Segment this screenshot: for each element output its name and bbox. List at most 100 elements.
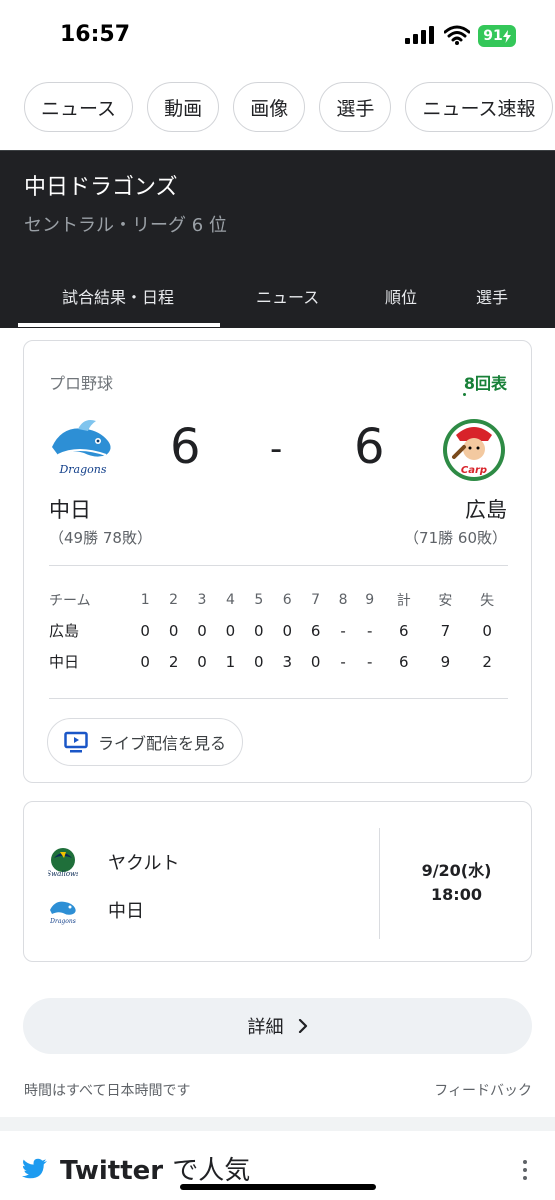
- cell: -: [366, 621, 373, 640]
- swallows-logo-icon: Swallows: [48, 848, 78, 878]
- header-inning-8: 8: [338, 592, 348, 608]
- feedback-link[interactable]: フィードバック: [434, 1080, 532, 1100]
- watch-live-button[interactable]: ライブ配信を見る: [47, 718, 243, 766]
- away-team-record: （71勝 60敗）: [404, 529, 507, 547]
- cell: 6: [398, 652, 409, 671]
- cell: -: [340, 621, 346, 640]
- header-inning-4: 4: [225, 592, 235, 608]
- table-row: 広島 0 0 0 0 0 0 6 - - 6 7 0: [49, 615, 508, 646]
- twitter-suffix: で人気: [172, 1156, 251, 1186]
- svg-text:Dragons: Dragons: [58, 463, 106, 476]
- cell: 1: [225, 652, 236, 671]
- dragons-small-logo-icon: Dragons: [49, 901, 76, 925]
- wifi-icon: [444, 25, 470, 45]
- team-title: 中日ドラゴンズ: [24, 175, 178, 200]
- next-game-time: 18:00: [431, 885, 482, 904]
- header-hits: 安: [438, 593, 453, 609]
- twitter-section-header: Twitter で人気: [22, 1150, 250, 1187]
- chip-breaking-news[interactable]: ニュース速報: [405, 82, 553, 132]
- cell: 9: [440, 652, 451, 671]
- svg-text:Swallows: Swallows: [48, 870, 78, 878]
- cell: -: [340, 652, 346, 671]
- cell: 0: [197, 621, 207, 640]
- header-inning-6: 6: [282, 592, 292, 608]
- header-team: チーム: [49, 593, 91, 609]
- next-team-1-name: ヤクルト: [108, 853, 180, 874]
- table-row: 中日 0 2 0 1 0 3 0 - - 6 9 2: [49, 646, 508, 677]
- live-tv-icon: [64, 731, 88, 753]
- cell: 0: [254, 652, 264, 671]
- away-score: 6: [354, 419, 385, 475]
- cell: 6: [310, 621, 321, 640]
- watch-live-label: ライブ配信を見る: [98, 734, 227, 753]
- divider: [49, 698, 508, 699]
- header-inning-9: 9: [365, 592, 375, 608]
- svg-text:Carp: Carp: [461, 465, 487, 476]
- next-team-1: Swallows ヤクルト: [48, 846, 179, 878]
- cell: 0: [197, 652, 207, 671]
- home-score: 6: [170, 419, 201, 475]
- details-button[interactable]: 詳細: [23, 998, 532, 1054]
- cell: 7: [440, 621, 451, 640]
- cell: 0: [310, 652, 321, 671]
- status-bar: 16:57 91: [0, 0, 555, 72]
- tab-players[interactable]: 選手: [476, 284, 508, 308]
- game-card[interactable]: プロ野球 8回表 Dragons 6 - 6 Carp 中日 （49勝 78敗）…: [23, 340, 532, 783]
- row-team-name: 広島: [49, 622, 80, 640]
- more-options-icon[interactable]: [523, 1160, 527, 1184]
- next-game-card[interactable]: Swallows ヤクルト Dragons 中日 9/20(水) 18:00: [23, 801, 532, 962]
- header-inning-1: 1: [140, 592, 150, 608]
- chevron-right-icon: [298, 1019, 307, 1033]
- cell: 0: [254, 621, 264, 640]
- next-game-date: 9/20(水): [421, 861, 492, 880]
- league-label: プロ野球: [49, 374, 114, 393]
- twitter-bird-icon: [22, 1158, 47, 1178]
- twitter-brand: Twitter: [60, 1156, 164, 1186]
- header-inning-3: 3: [197, 592, 207, 608]
- cell: 6: [398, 621, 409, 640]
- cell: 0: [282, 621, 292, 640]
- chip-images[interactable]: 画像: [233, 82, 306, 132]
- cell: 0: [482, 621, 492, 640]
- clock: 16:57: [60, 22, 131, 47]
- cell: 2: [168, 652, 179, 671]
- dragons-logo-icon: Dragons: [52, 420, 111, 476]
- header-inning-2: 2: [169, 592, 179, 608]
- header-inning-7: 7: [311, 592, 321, 608]
- next-team-2-name: 中日: [108, 901, 144, 922]
- tab-standings[interactable]: 順位: [385, 284, 417, 308]
- cell: 0: [168, 621, 179, 640]
- home-team-name: 中日: [49, 498, 91, 522]
- cell: 3: [282, 652, 292, 671]
- home-indicator: [180, 1184, 376, 1190]
- charging-bolt-icon: [502, 29, 511, 43]
- active-tab-indicator: [18, 323, 220, 327]
- svg-text:Dragons: Dragons: [49, 918, 76, 925]
- header-inning-5: 5: [254, 592, 264, 608]
- battery-indicator: 91: [478, 25, 516, 47]
- team-header: 中日ドラゴンズ セントラル・リーグ 6 位 試合結果・日程 ニュース 順位 選手: [0, 150, 555, 328]
- next-team-2: Dragons 中日: [48, 895, 144, 925]
- chip-video[interactable]: 動画: [147, 82, 220, 132]
- box-score-table: チーム 1 2 3 4 5 6 7 8 9 計 安 失 広島 0 0 0 0 0…: [49, 585, 508, 677]
- tab-news[interactable]: ニュース: [256, 284, 319, 308]
- details-label: 詳細: [247, 1017, 284, 1038]
- chip-players[interactable]: 選手: [319, 82, 392, 132]
- cell: 0: [140, 621, 150, 640]
- cell: 0: [140, 652, 150, 671]
- twitter-section-title: Twitter で人気: [60, 1150, 250, 1187]
- carp-logo-icon: Carp: [443, 419, 505, 481]
- cell: -: [366, 652, 373, 671]
- tab-results-schedule[interactable]: 試合結果・日程: [62, 284, 174, 308]
- timezone-note: 時間はすべて日本時間です: [24, 1083, 191, 1099]
- battery-level: 91: [483, 28, 503, 44]
- header-errors: 失: [480, 593, 495, 609]
- chip-news[interactable]: ニュース: [24, 82, 134, 132]
- box-score-header-row: チーム 1 2 3 4 5 6 7 8 9 計 安 失: [49, 585, 508, 615]
- cell: 0: [225, 621, 236, 640]
- next-game-datetime: 9/20(水) 18:00: [380, 859, 533, 907]
- home-team-record: （49勝 78敗）: [49, 529, 152, 547]
- divider: [49, 565, 508, 566]
- live-indicator: [463, 393, 466, 396]
- inning-status: 8回表: [463, 374, 507, 393]
